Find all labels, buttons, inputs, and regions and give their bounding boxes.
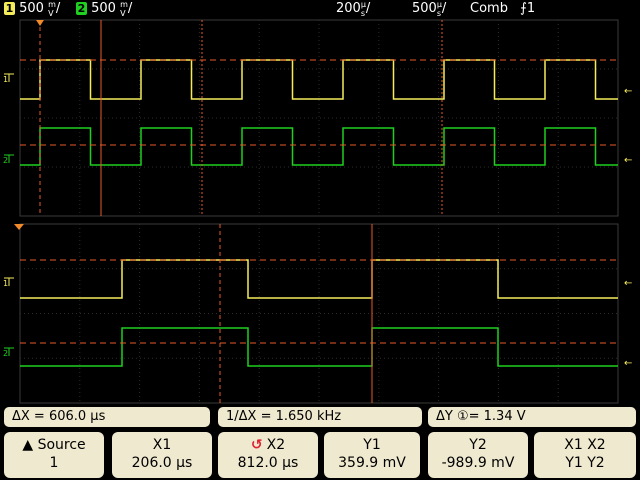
ch2-zoom-ground-label: 2: [3, 349, 8, 358]
xy-cursors-softkey[interactable]: X1 X2 Y1 Y2: [534, 432, 636, 478]
xy-label-top: X1 X2: [564, 437, 606, 453]
y2-value: -989.9 mV: [441, 455, 515, 471]
trigger-info[interactable]: Comb ⨍1: [470, 0, 535, 18]
y2-label: Y2: [469, 437, 487, 453]
ch2-scale-unit: mV: [120, 0, 128, 18]
ch1-scale-unit: mV: [48, 0, 56, 18]
trigger-level-arrow-icon: ←: [624, 358, 632, 369]
softkey-bar: ▲ Source 1 X1 206.0 µs ↺ X2 812.0 µs Y1 3…: [0, 430, 640, 480]
x1-label: X1: [152, 437, 172, 453]
ch2-ground-label: 2: [3, 156, 8, 165]
status-bar: 1 500 m V/ 2 500 m V/ 200 µ s/ 500 µ s / Comb ⨍…: [0, 0, 640, 18]
ch1-scale-value: 500: [19, 1, 44, 16]
ch2-scale[interactable]: 2 500 m V /: [76, 0, 132, 18]
trigger-source: 1: [526, 1, 536, 16]
x1-softkey[interactable]: X1 206.0 µs: [112, 432, 212, 478]
ch1-zoom-ground-label: 1: [3, 279, 8, 288]
x2-value: 812.0 µs: [237, 455, 299, 471]
ch1-ground-label: 1: [3, 75, 8, 84]
ch2-badge: 2: [76, 2, 87, 15]
trigger-level-arrow-icon: ←: [624, 278, 632, 289]
xy-label-bottom: Y1 Y2: [565, 455, 605, 471]
y2-softkey[interactable]: Y2 -989.9 mV: [428, 432, 528, 478]
waveform-display[interactable]: 1 2 1 2 ← ← ← ←: [0, 18, 640, 405]
y1-value: 359.9 mV: [338, 455, 406, 471]
source-softkey[interactable]: ▲ Source 1: [4, 432, 104, 478]
x2-label: X2: [266, 437, 286, 453]
x2-softkey[interactable]: ↺ X2 812.0 µs: [218, 432, 318, 478]
rising-edge-icon: ⨍: [520, 1, 527, 16]
delta-x-readout: ΔX = 606.0 µs: [4, 407, 210, 427]
timebase-value: 200: [336, 1, 361, 16]
trigger-level-arrow-icon: ←: [624, 86, 632, 97]
zoom-timebase[interactable]: 500 µ s /: [412, 0, 446, 18]
zoom-timebase-value: 500: [412, 1, 437, 16]
delta-y-readout: ΔY ①= 1.34 V: [428, 407, 636, 427]
measurement-bar: ΔX = 606.0 µs 1/ΔX = 1.650 kHz ΔY ①= 1.3…: [0, 405, 640, 427]
trigger-mode: Comb: [470, 1, 508, 16]
rotate-knob-icon: ↺: [250, 437, 263, 453]
source-label: Source: [37, 437, 86, 453]
up-triangle-icon: ▲: [22, 437, 38, 453]
x1-value: 206.0 µs: [131, 455, 193, 471]
ch1-scale[interactable]: 1 500 m V /: [4, 0, 60, 18]
y1-softkey[interactable]: Y1 359.9 mV: [324, 432, 420, 478]
ch2-scale-value: 500: [91, 1, 116, 16]
ch1-badge: 1: [4, 2, 15, 15]
source-value: 1: [49, 455, 59, 471]
inverse-delta-x-readout: 1/ΔX = 1.650 kHz: [218, 407, 422, 427]
trigger-level-arrow-icon: ←: [624, 155, 632, 166]
y1-label: Y1: [363, 437, 381, 453]
timebase[interactable]: 200 µ s /: [336, 0, 370, 18]
